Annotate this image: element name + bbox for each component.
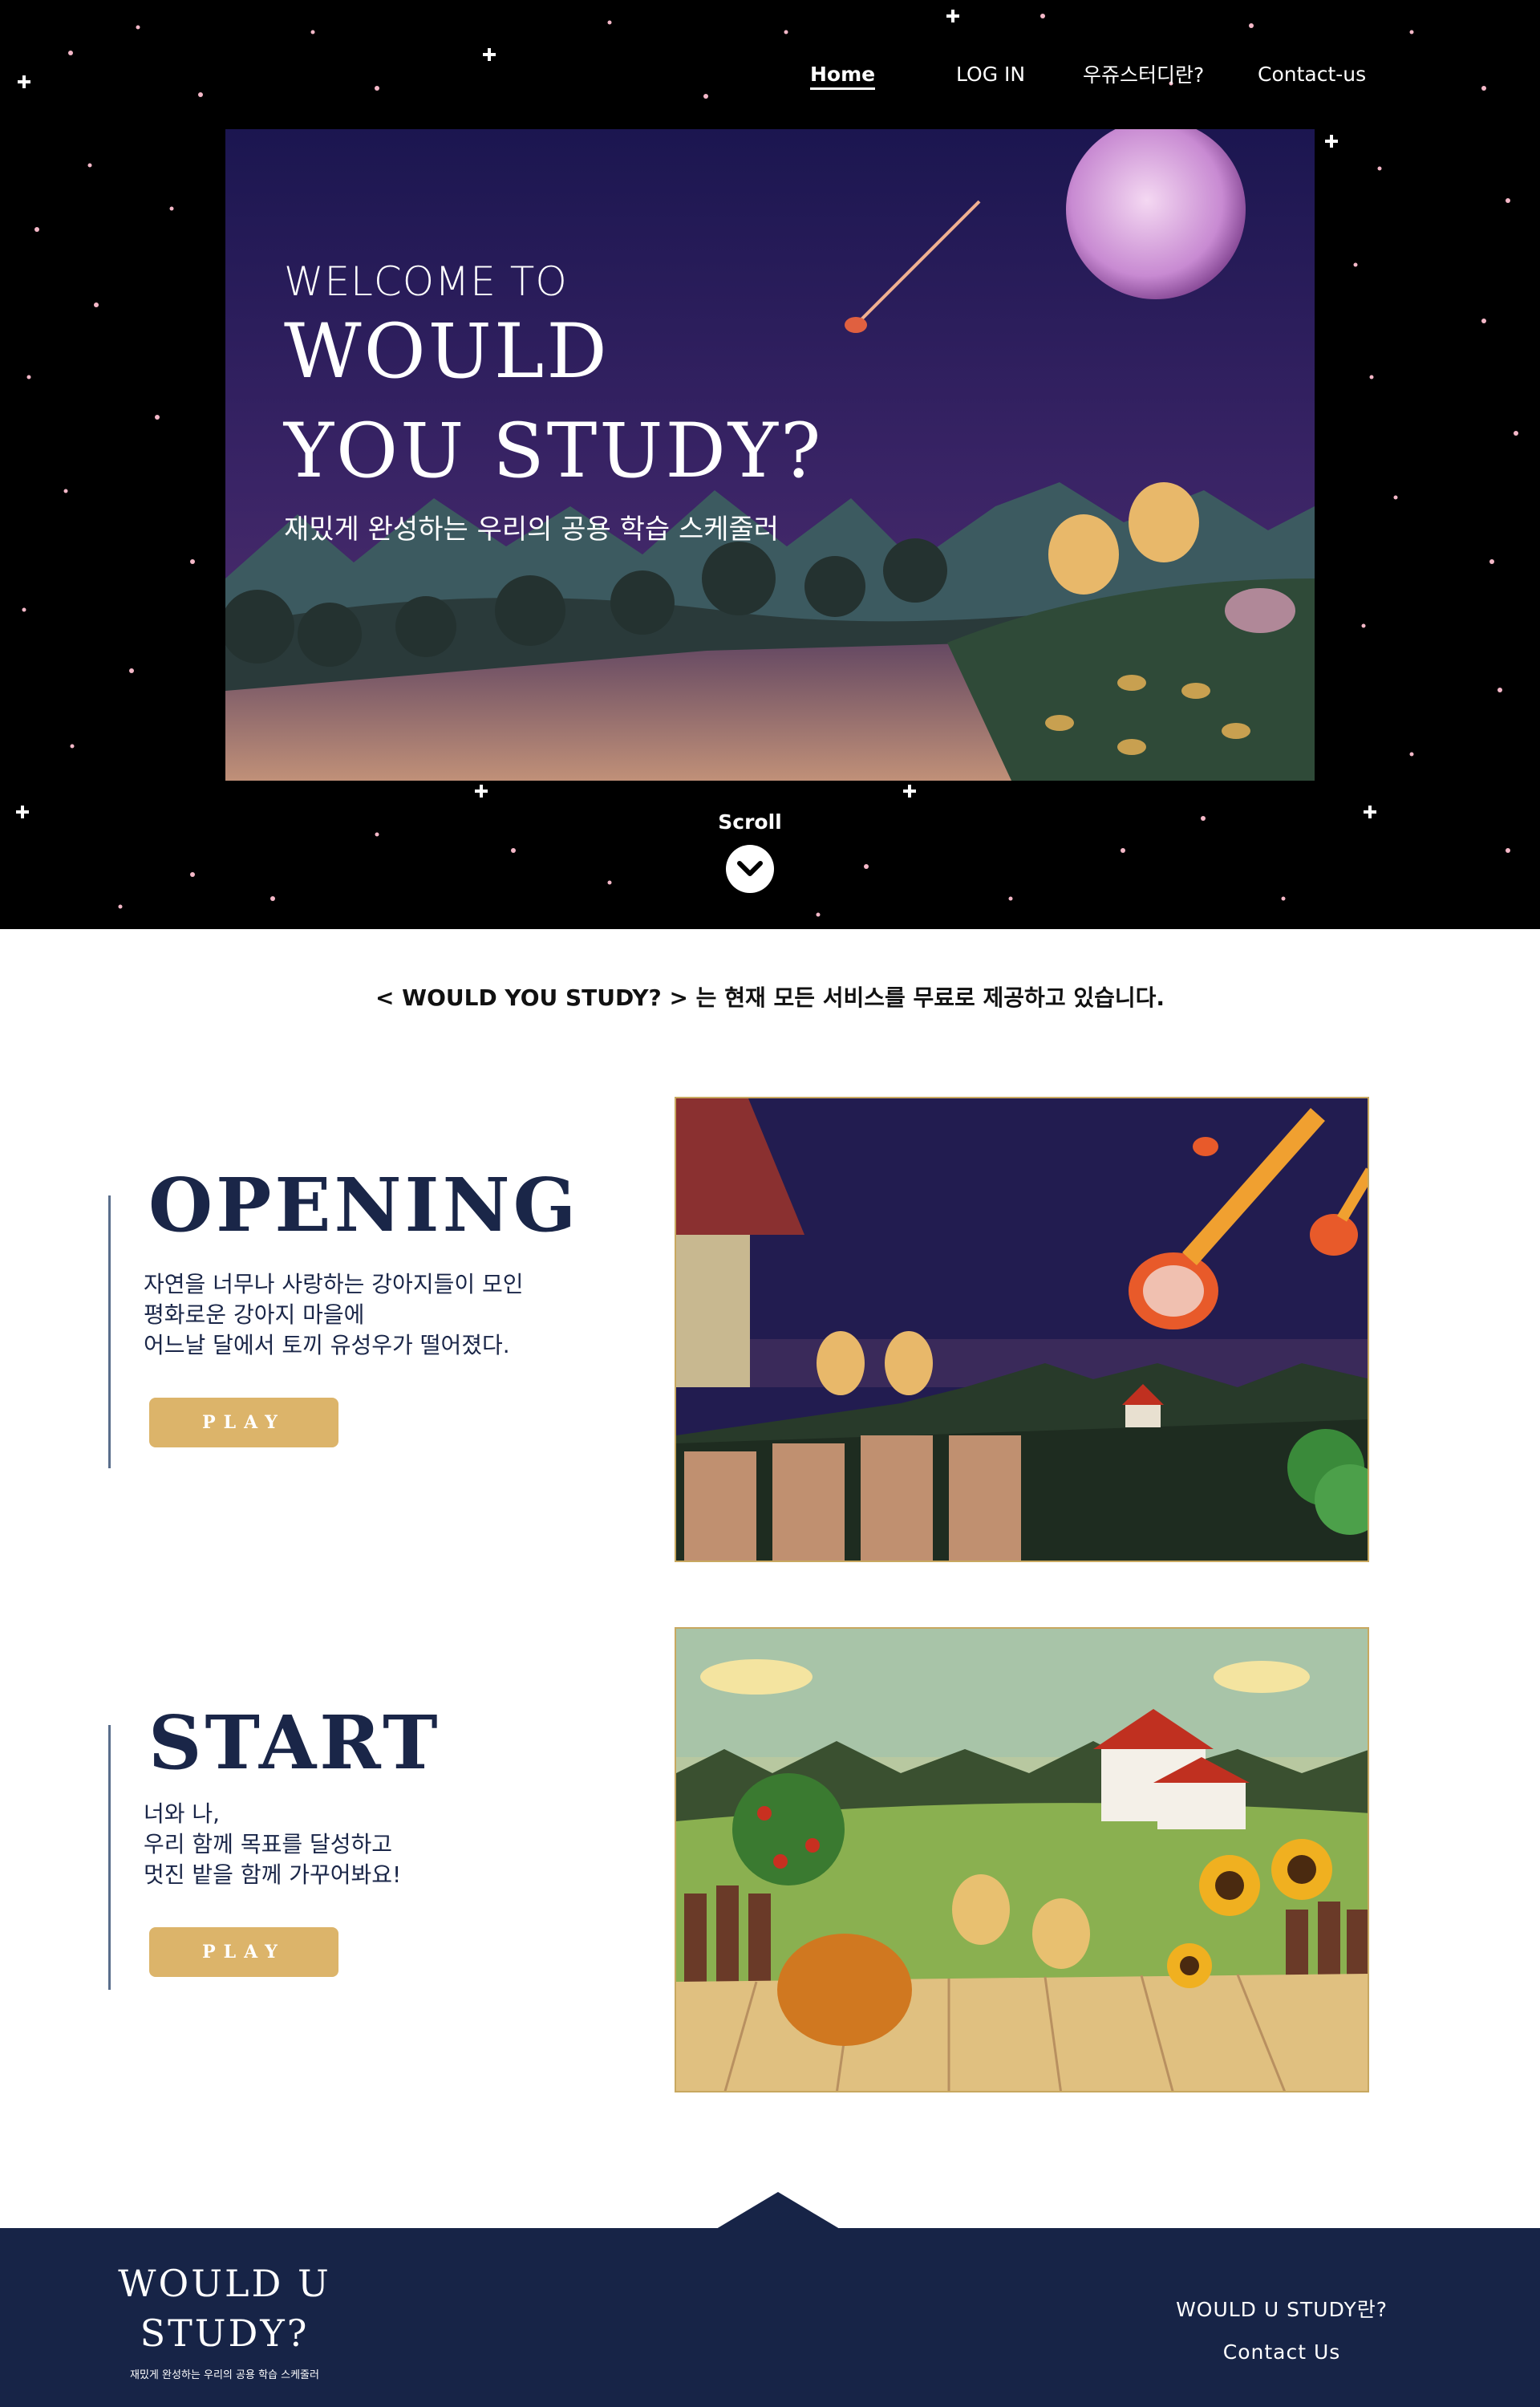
footer-contact-link[interactable]: Contact Us <box>1176 2340 1388 2364</box>
scroll-indicator: Scroll <box>690 810 810 893</box>
footer-logo-line1: WOULD U <box>118 2262 331 2305</box>
start-title: START <box>148 1699 441 1786</box>
footer-logo-line2: STUDY? <box>140 2312 310 2355</box>
opening-line-1: 자연을 너무나 사랑하는 강아지들이 모인 <box>144 1271 524 1297</box>
start-line-3: 멋진 밭을 함께 가꾸어봐요! <box>144 1861 402 1888</box>
opening-line-2: 평화로운 강아지 마을에 <box>144 1301 365 1328</box>
start-section: START 너와 나, 우리 함께 목표를 달성하고 멋진 밭을 함께 가꾸어봐… <box>0 1621 1540 2102</box>
brand-title-line2: YOU STUDY? <box>284 408 824 495</box>
start-illustration <box>675 1627 1369 2092</box>
start-line-2: 우리 함께 목표를 달성하고 <box>144 1831 393 1857</box>
footer-links: WOULD U STUDY란? Contact Us <box>1176 2294 1388 2364</box>
nav-contact-link[interactable]: Contact-us <box>1258 63 1366 86</box>
scroll-down-button[interactable] <box>726 845 774 893</box>
welcome-text: WELCOME TO <box>284 258 568 305</box>
opening-description: 자연을 너무나 사랑하는 강아지들이 모인 평화로운 강아지 마을에 어느날 달… <box>144 1269 524 1361</box>
footer-brand: WOULD U STUDY? 재밌게 완성하는 우리의 공용 학습 스케줄러 <box>96 2259 353 2381</box>
footer-notch <box>716 2192 840 2229</box>
footer-tagline: 재밌게 완성하는 우리의 공용 학습 스케줄러 <box>130 2369 319 2381</box>
footer-about-link[interactable]: WOULD U STUDY란? <box>1176 2294 1388 2323</box>
brand-title-line1: WOULD <box>284 308 610 396</box>
nav-login-link[interactable]: LOG IN <box>956 63 1025 86</box>
scroll-label: Scroll <box>718 810 782 834</box>
nav-about-link[interactable]: 우쥬스터디란? <box>1083 59 1204 88</box>
main-nav: Home LOG IN 우쥬스터디란? Contact-us <box>0 63 1540 95</box>
section-divider-line <box>108 1195 111 1468</box>
start-description: 너와 나, 우리 함께 목표를 달성하고 멋진 밭을 함께 가꾸어봐요! <box>144 1799 401 1890</box>
hero-headline: WELCOME TO WOULD YOU STUDY? 재밌게 완성하는 우리의… <box>284 258 823 546</box>
section-divider-line <box>108 1725 111 1990</box>
chevron-down-icon <box>737 861 763 876</box>
site-footer: WOULD U STUDY? 재밌게 완성하는 우리의 공용 학습 스케줄러 W… <box>0 2228 1540 2407</box>
opening-section: OPENING 자연을 너무나 사랑하는 강아지들이 모인 평화로운 강아지 마… <box>0 1091 1540 1573</box>
start-play-button[interactable]: PLAY <box>149 1927 338 1977</box>
start-line-1: 너와 나, <box>144 1800 221 1827</box>
opening-play-button[interactable]: PLAY <box>149 1398 338 1447</box>
opening-line-3: 어느날 달에서 토끼 유성우가 떨어졌다. <box>144 1332 510 1358</box>
opening-illustration <box>675 1097 1369 1562</box>
opening-title: OPENING <box>148 1162 580 1248</box>
nav-home-link[interactable]: Home <box>810 63 876 90</box>
hero-subtitle: 재밌게 완성하는 우리의 공용 학습 스케줄러 <box>284 513 780 546</box>
hero-section: Home LOG IN 우쥬스터디란? Contact-us WELCOME T… <box>0 0 1540 929</box>
free-service-notice: < WOULD YOU STUDY? > 는 현재 모든 서비스를 무료로 제공… <box>375 984 1165 1011</box>
